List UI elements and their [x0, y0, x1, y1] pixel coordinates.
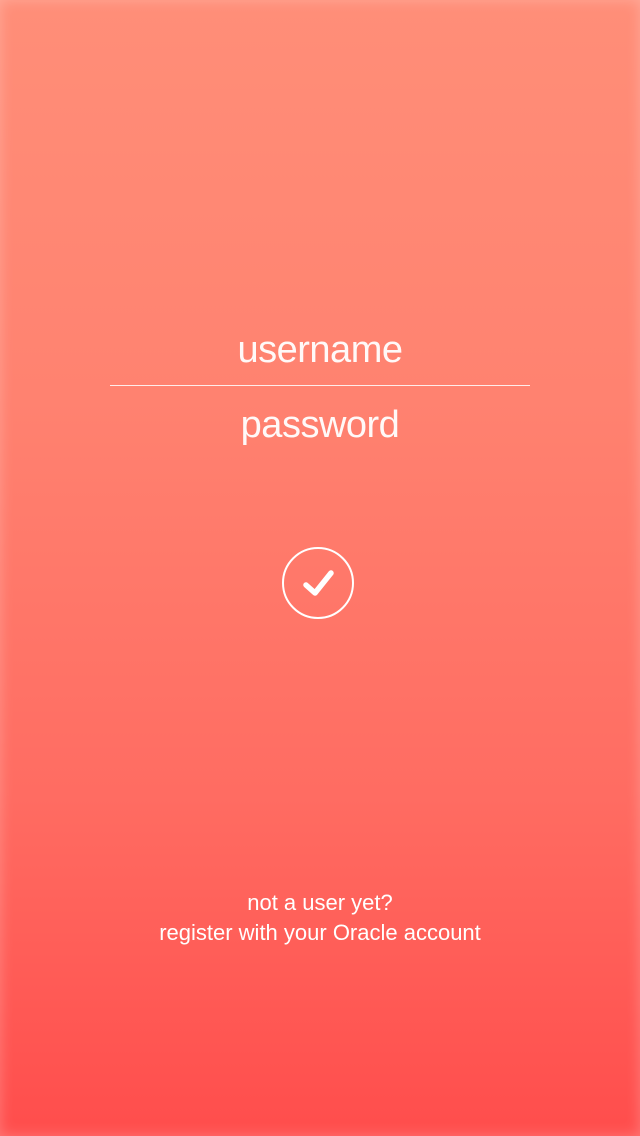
password-input[interactable] — [110, 395, 530, 455]
field-divider — [110, 385, 530, 386]
login-submit-button[interactable] — [282, 547, 354, 619]
register-link[interactable]: register with your Oracle account — [0, 918, 640, 948]
username-input[interactable] — [110, 320, 530, 380]
login-screen: not a user yet? register with your Oracl… — [0, 0, 640, 1136]
register-prompt: not a user yet? register with your Oracl… — [0, 888, 640, 948]
checkmark-icon — [303, 570, 334, 596]
register-question: not a user yet? — [247, 890, 393, 915]
